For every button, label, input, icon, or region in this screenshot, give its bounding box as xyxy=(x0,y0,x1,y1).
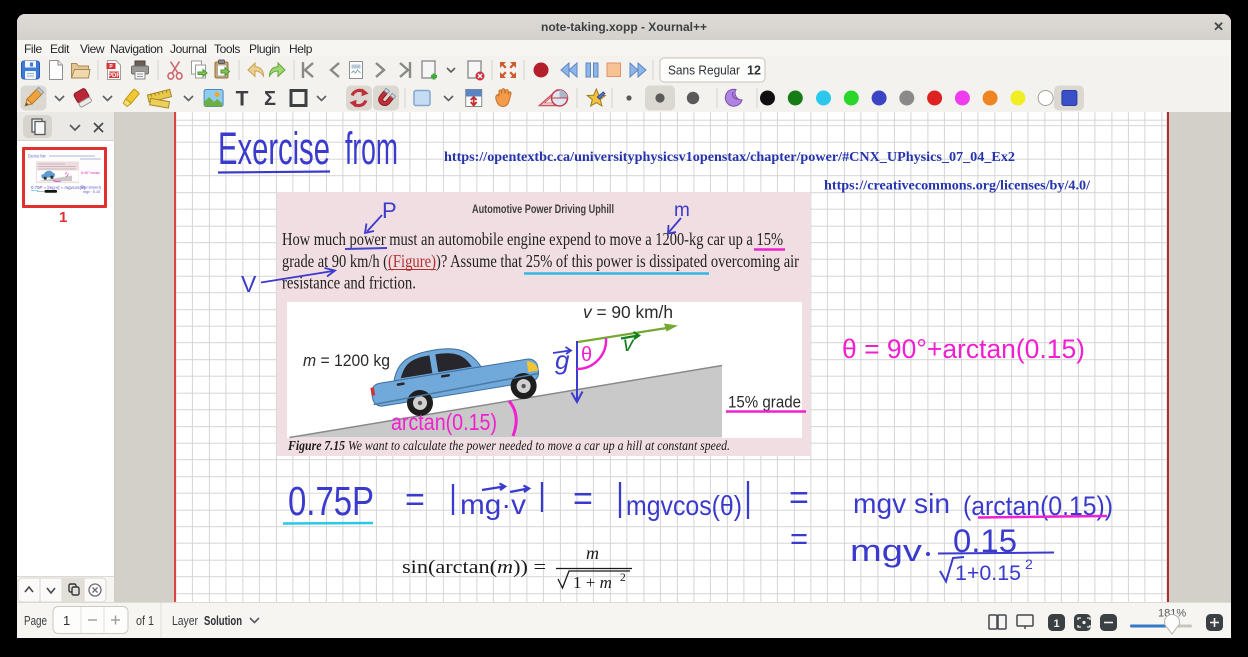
svg-text:g: g xyxy=(555,345,570,375)
svg-text:mgv · 0.15: mgv · 0.15 xyxy=(83,189,101,194)
svg-text:1+0.15: 1+0.15 xyxy=(955,562,1021,585)
svg-text:Exercise: Exercise xyxy=(218,123,330,174)
svg-text:=: = xyxy=(789,479,809,517)
svg-text:)? Assume that 25% of this pow: )? Assume that 25% of this power is diss… xyxy=(436,251,799,271)
svg-text:mg·v: mg·v xyxy=(460,489,526,520)
svg-text:=: = xyxy=(790,521,808,556)
svg-text:m = 1200 kg: m = 1200 kg xyxy=(303,351,390,370)
svg-text:Exercise from: Exercise from xyxy=(28,154,46,159)
svg-text:from: from xyxy=(345,123,398,174)
svg-text:P: P xyxy=(382,198,397,223)
svg-text:=: = xyxy=(405,481,425,519)
svg-text:1: 1 xyxy=(63,613,70,628)
svg-text:of 1: of 1 xyxy=(136,614,154,628)
svg-text:1: 1 xyxy=(1053,618,1059,630)
svg-text:How much power must an automob: How much power must an automobile engine… xyxy=(282,229,783,249)
svg-text:https://opentextbc.ca/universi: https://opentextbc.ca/universityphysicsv… xyxy=(444,149,1015,164)
svg-text:θ = 90°+arctan(0.15): θ = 90°+arctan(0.15) xyxy=(842,334,1085,364)
svg-text:m: m xyxy=(674,200,690,221)
svg-text:V: V xyxy=(241,271,257,297)
svg-text:grade at 90 km/h (: grade at 90 km/h ( xyxy=(282,251,388,271)
svg-text:Figure 7.15 We want to calcula: Figure 7.15 We want to calculate the pow… xyxy=(287,438,730,453)
svg-text:θ: θ xyxy=(581,344,592,366)
svg-text:1 + m: 1 + m xyxy=(573,573,612,592)
svg-text:PDF: PDF xyxy=(108,73,120,79)
svg-text:Page: Page xyxy=(24,614,47,628)
svg-text:0.75P: 0.75P xyxy=(288,478,374,524)
svg-text:T: T xyxy=(236,88,249,111)
svg-text:=: = xyxy=(573,480,593,518)
svg-text:m: m xyxy=(586,543,599,563)
svg-text:0.75P = |mg·v| = mgvcos(θ): 0.75P = |mg·v| = mgvcos(θ) xyxy=(31,185,85,190)
svg-text:mgvcos(θ): mgvcos(θ) xyxy=(626,490,742,521)
svg-text:12: 12 xyxy=(747,64,761,78)
svg-text:15% grade: 15% grade xyxy=(728,394,801,412)
svg-text:mgv sin: mgv sin xyxy=(853,488,950,519)
svg-text:v = 90 km/h: v = 90 km/h xyxy=(583,302,673,322)
svg-text:(Figure): (Figure) xyxy=(388,251,436,271)
svg-text:sin(arctan(m)) =: sin(arctan(m)) = xyxy=(402,557,546,578)
svg-text:Layer: Layer xyxy=(172,614,198,628)
svg-text:Sans Regular: Sans Regular xyxy=(668,64,740,78)
svg-text:mgv: mgv xyxy=(850,533,923,568)
svg-text:Solution: Solution xyxy=(204,614,242,628)
svg-text:https://creativecommons.org/li: https://creativecommons.org/licenses/by/… xyxy=(824,178,1090,193)
svg-text:arctan(0.15): arctan(0.15) xyxy=(391,409,497,435)
svg-text:θ=90°+arctan: θ=90°+arctan xyxy=(81,170,100,175)
svg-text:Σ: Σ xyxy=(264,88,276,110)
svg-text:Automotive Power Driving Uphil: Automotive Power Driving Uphill xyxy=(472,202,614,216)
svg-text:2: 2 xyxy=(620,572,626,584)
svg-text:2: 2 xyxy=(1025,556,1033,572)
